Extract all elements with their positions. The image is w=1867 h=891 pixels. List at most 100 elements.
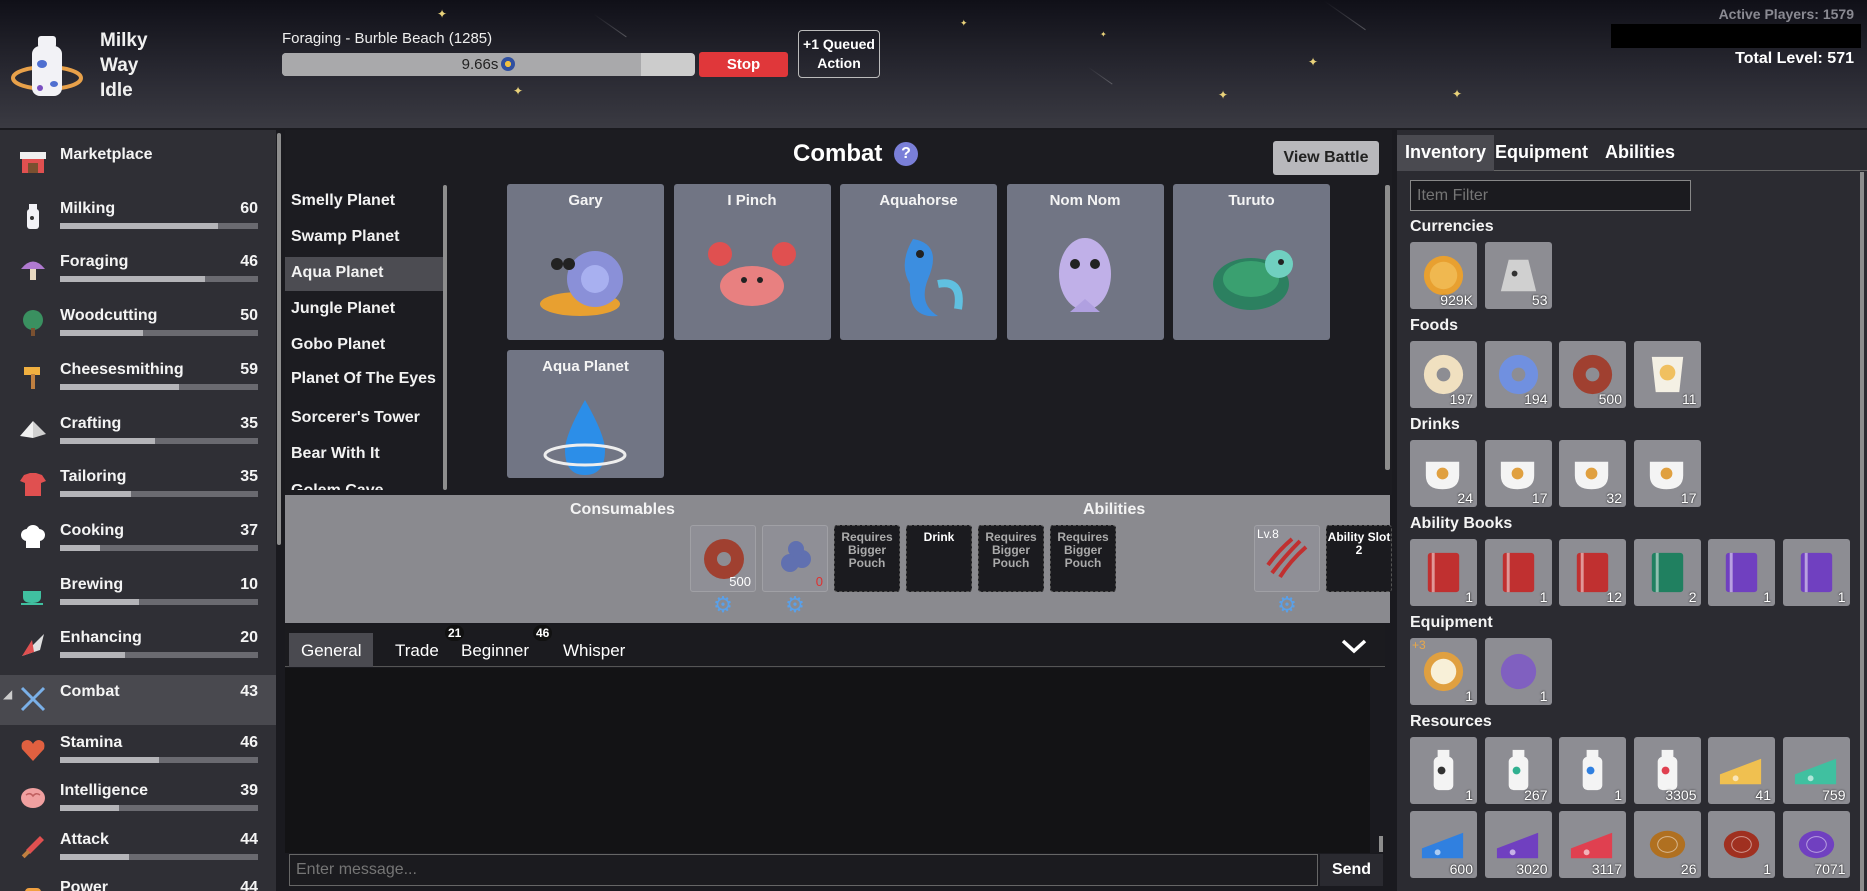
sidebar-item-marketplace[interactable]: Marketplace bbox=[0, 138, 276, 188]
chat-tab-trade[interactable]: Trade bbox=[383, 633, 451, 667]
sidebar-item-brewing[interactable]: Brewing 10 bbox=[0, 568, 276, 618]
inventory-item[interactable]: 32 bbox=[1559, 440, 1626, 507]
gear-icon[interactable]: ⚙ bbox=[710, 592, 736, 618]
inventory-item[interactable]: 17 bbox=[1484, 440, 1552, 507]
inventory-item[interactable]: 1 bbox=[1410, 539, 1477, 606]
empty-slot[interactable]: Requires Bigger Pouch bbox=[834, 525, 900, 592]
inventory-section-title: Ability Books bbox=[1410, 515, 1513, 532]
inventory-item[interactable]: 1 +3 bbox=[1410, 638, 1477, 705]
inventory-item[interactable]: 24 bbox=[1410, 440, 1477, 507]
inventory-item[interactable]: 41 bbox=[1708, 737, 1775, 804]
inventory-item[interactable]: 1 bbox=[1410, 737, 1477, 804]
gear-icon[interactable]: ⚙ bbox=[782, 592, 808, 618]
queued-action-button[interactable]: +1 Queued Action bbox=[798, 30, 880, 78]
sidebar-item-foraging[interactable]: Foraging 46 bbox=[0, 245, 276, 295]
gear-icon[interactable]: ⚙ bbox=[1274, 592, 1300, 618]
sidebar-item-enhancing[interactable]: Enhancing 20 bbox=[0, 621, 276, 671]
sidebar-item-stamina[interactable]: Stamina 46 bbox=[0, 726, 276, 776]
monster-card[interactable]: Gary bbox=[507, 184, 664, 340]
inventory-item[interactable]: 1 bbox=[1782, 539, 1850, 606]
inventory-item[interactable]: 7071 bbox=[1782, 811, 1850, 878]
chat-tab-whisper[interactable]: Whisper bbox=[551, 633, 637, 667]
zone-item[interactable]: Swamp Planet bbox=[285, 221, 443, 255]
empty-slot[interactable]: Requires Bigger Pouch bbox=[1050, 525, 1116, 592]
sidebar-item-cooking[interactable]: Cooking 37 bbox=[0, 514, 276, 564]
stop-button[interactable]: Stop bbox=[699, 52, 788, 77]
chevron-down-icon[interactable] bbox=[1340, 635, 1368, 661]
inventory-item[interactable]: 1 bbox=[1708, 539, 1775, 606]
monster-card[interactable]: Aqua Planet bbox=[507, 350, 664, 478]
sidebar-item-level: 60 bbox=[240, 199, 258, 217]
view-battle-button[interactable]: View Battle bbox=[1273, 141, 1379, 175]
player-name-redacted[interactable] bbox=[1611, 24, 1861, 48]
monster-grid-scrollbar[interactable] bbox=[1385, 185, 1390, 470]
inventory-item[interactable]: 759 bbox=[1782, 737, 1850, 804]
zone-item[interactable]: Bear With It bbox=[285, 438, 443, 472]
inventory-item[interactable]: 3020 bbox=[1484, 811, 1552, 878]
inventory-item[interactable]: 267 bbox=[1484, 737, 1552, 804]
tab-equipment[interactable]: Equipment bbox=[1487, 135, 1596, 171]
inventory-item[interactable]: 194 bbox=[1484, 341, 1552, 408]
sidebar-item-intelligence[interactable]: Intelligence 39 bbox=[0, 774, 276, 824]
zone-item[interactable]: Sorcerer's Tower bbox=[285, 402, 443, 436]
empty-slot[interactable]: Drink bbox=[906, 525, 972, 592]
item-count: 3117 bbox=[1591, 861, 1622, 877]
inventory-item[interactable]: 197 bbox=[1410, 341, 1477, 408]
inventory-item[interactable]: 1 bbox=[1484, 539, 1552, 606]
zone-item[interactable]: Aqua Planet bbox=[285, 257, 443, 291]
chat-tab-beginner[interactable]: Beginner bbox=[449, 633, 541, 667]
zone-item[interactable]: Smelly Planet bbox=[285, 185, 443, 219]
inventory-item[interactable]: 500 bbox=[1559, 341, 1626, 408]
monster-card[interactable]: Turuto bbox=[1173, 184, 1330, 340]
sidebar-item-woodcutting[interactable]: Woodcutting 50 bbox=[0, 299, 276, 349]
inventory-item[interactable]: 1 bbox=[1708, 811, 1775, 878]
empty-slot[interactable]: Ability Slot 2 bbox=[1326, 525, 1392, 592]
sidebar-scrollbar[interactable] bbox=[277, 133, 281, 545]
zone-item[interactable]: Golem Cave bbox=[285, 475, 443, 491]
inventory-item[interactable]: 53 bbox=[1484, 242, 1552, 309]
sidebar-item-cheesesmithing[interactable]: Cheesesmithing 59 bbox=[0, 353, 276, 403]
zone-item[interactable]: Jungle Planet bbox=[285, 293, 443, 327]
monster-name: Aqua Planet bbox=[542, 358, 629, 375]
help-icon[interactable]: ? bbox=[894, 142, 918, 166]
inventory-scrollbar[interactable] bbox=[1860, 172, 1864, 891]
sidebar-item-milking[interactable]: Milking 60 bbox=[0, 192, 276, 242]
zone-list-scrollbar[interactable] bbox=[443, 185, 447, 490]
empty-slot[interactable]: Requires Bigger Pouch bbox=[978, 525, 1044, 592]
chat-scrollbar[interactable] bbox=[1379, 836, 1383, 852]
inventory-item[interactable]: 3117 bbox=[1559, 811, 1626, 878]
sidebar-item-crafting[interactable]: Crafting 35 bbox=[0, 407, 276, 457]
skill-xp-bar bbox=[60, 330, 258, 337]
loadout-slot[interactable]: Lv.8 bbox=[1254, 525, 1320, 592]
tab-inventory[interactable]: Inventory bbox=[1397, 135, 1495, 171]
loadout-slot[interactable]: 500 bbox=[690, 525, 756, 592]
milky-way-logo-icon[interactable] bbox=[10, 28, 85, 103]
inventory-item[interactable]: 11 bbox=[1633, 341, 1701, 408]
inventory-item[interactable]: 2 bbox=[1633, 539, 1701, 606]
monster-card[interactable]: Nom Nom bbox=[1006, 184, 1164, 340]
inventory-item[interactable]: 1 bbox=[1484, 638, 1552, 705]
monster-card[interactable]: Aquahorse bbox=[840, 184, 997, 340]
sidebar-item-attack[interactable]: Attack 44 bbox=[0, 823, 276, 873]
zone-item[interactable]: Gobo Planet bbox=[285, 329, 443, 363]
inventory-item[interactable]: 929K bbox=[1410, 242, 1477, 309]
zone-item[interactable]: Planet Of The Eyes bbox=[285, 363, 443, 397]
sidebar-item-tailoring[interactable]: Tailoring 35 bbox=[0, 460, 276, 510]
sidebar-item-level: 44 bbox=[240, 830, 258, 848]
send-button[interactable]: Send bbox=[1320, 854, 1383, 886]
inventory-item[interactable]: 600 bbox=[1410, 811, 1477, 878]
tab-abilities[interactable]: Abilities bbox=[1597, 135, 1683, 171]
inventory-item[interactable]: 17 bbox=[1633, 440, 1701, 507]
inventory-item[interactable]: 26 bbox=[1633, 811, 1701, 878]
loadout-slot[interactable]: 0 bbox=[762, 525, 828, 592]
item-filter-input[interactable] bbox=[1410, 180, 1691, 211]
chat-tab-general[interactable]: General bbox=[289, 633, 374, 667]
inventory-item[interactable]: 1 bbox=[1559, 737, 1626, 804]
sidebar-item-combat[interactable]: ◢ Combat 43 bbox=[0, 675, 276, 725]
sidebar-item-power[interactable]: Power 44 bbox=[0, 871, 276, 891]
inventory-item[interactable]: 12 bbox=[1559, 539, 1626, 606]
monster-card[interactable]: I Pinch bbox=[673, 184, 831, 340]
inventory-item[interactable]: 3305 bbox=[1633, 737, 1701, 804]
chat-input[interactable] bbox=[289, 854, 1318, 886]
sidebar-item-label: Woodcutting bbox=[60, 307, 158, 325]
